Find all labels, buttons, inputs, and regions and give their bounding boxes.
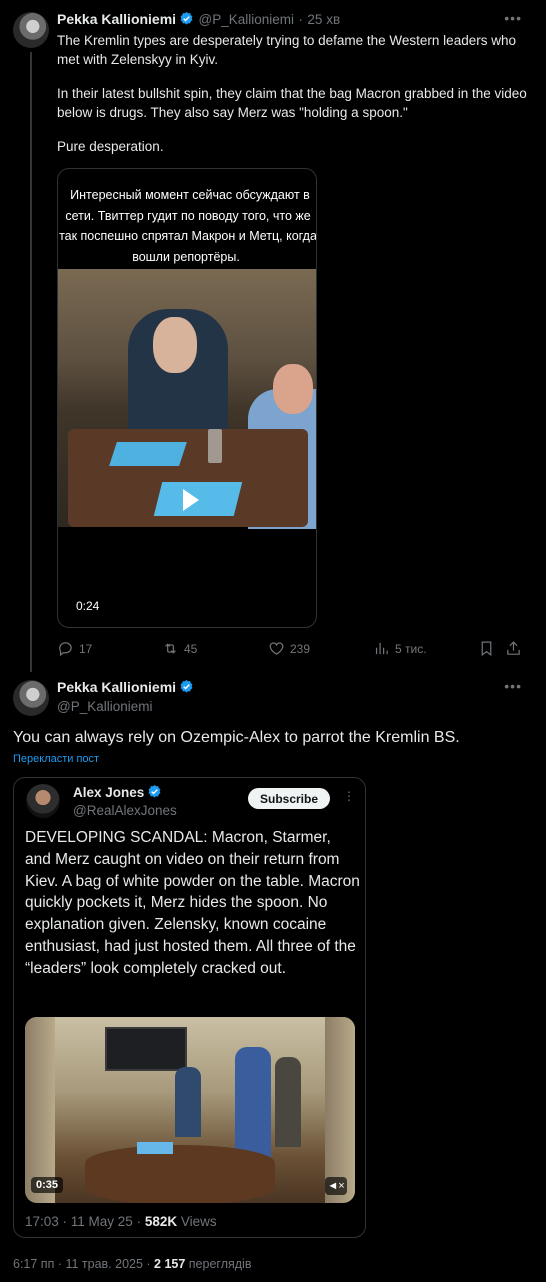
more-options-icon[interactable]: ••• (504, 678, 522, 694)
verified-badge-icon (148, 784, 161, 798)
view-count: 2 157 (154, 1257, 186, 1271)
tweet-header: Pekka Kallioniemi @P_Kallioniemi (57, 679, 194, 714)
like-button[interactable]: 239 (268, 640, 310, 657)
more-options-icon[interactable]: ••• (504, 10, 522, 26)
author-handle[interactable]: @RealAlexJones (73, 803, 177, 818)
verified-badge-icon (180, 679, 193, 693)
tweet-text: You can always rely on Ozempic-Alex to p… (13, 729, 460, 746)
author-handle[interactable]: @P_Kallioniemi (57, 699, 194, 714)
reply-icon (59, 642, 72, 657)
tweet-paragraph: The Kremlin types are desperately trying… (57, 33, 516, 67)
author-name[interactable]: Pekka Kallioniemi (57, 679, 176, 695)
quoted-tweet[interactable]: Alex Jones @RealAlexJones Subscribe ⋮ DE… (13, 777, 366, 1238)
separator-dot: · (298, 12, 303, 27)
post-meta: 6:17 пп · 11 трав. 2025 · 2 157 перегляд… (13, 1257, 251, 1271)
tweet-header: Pekka Kallioniemi @P_Kallioniemi · 25 хв (57, 11, 340, 29)
post-timestamp[interactable]: 6:17 пп · 11 трав. 2025 · (13, 1257, 154, 1271)
repost-icon (165, 643, 176, 654)
video-player[interactable]: 0:35 ◄× (25, 1017, 355, 1203)
translate-link[interactable]: Перекласти пост (13, 753, 99, 765)
tweet-paragraph: In their latest bullshit spin, they clai… (57, 86, 527, 120)
views-count: 5 тис. (395, 641, 427, 656)
views-icon (375, 642, 388, 655)
video-duration: 0:35 (31, 1177, 64, 1193)
verified-badge-icon (180, 11, 193, 25)
play-icon[interactable] (164, 476, 212, 524)
mute-icon[interactable]: ◄× (325, 1177, 347, 1195)
quote-timestamp[interactable]: 17:03 · 11 May 25 · (25, 1214, 145, 1229)
subscribe-button[interactable]: Subscribe (248, 788, 330, 809)
more-options-icon[interactable]: ⋮ (343, 789, 355, 803)
share-icon (507, 641, 520, 655)
view-label: переглядів (185, 1257, 252, 1271)
quote-view-count: 582K (144, 1214, 178, 1229)
views-button[interactable]: 5 тис. (373, 640, 427, 657)
quote-meta: 17:03 · 11 May 25 · 582K Views (25, 1214, 217, 1229)
thread-line (30, 52, 32, 672)
avatar[interactable] (13, 680, 49, 716)
tweet-text: The Kremlin types are desperately trying… (57, 32, 527, 173)
quote-view-label: Views (177, 1214, 217, 1229)
video-duration: 0:24 (76, 599, 100, 613)
action-bar: 17 45 239 5 тис. (57, 640, 527, 658)
video-frame[interactable] (58, 269, 316, 529)
bookmark-icon (481, 641, 492, 657)
video-player[interactable]: Интересный момент сейчас обсуждают в сет… (57, 168, 317, 628)
avatar[interactable] (26, 784, 60, 818)
quote-text: DEVELOPING SCANDAL: Macron, Starmer, and… (25, 829, 360, 977)
reply-button[interactable]: 17 (57, 640, 92, 657)
post-time[interactable]: 25 хв (307, 12, 340, 27)
like-icon (269, 642, 284, 655)
video-caption: Интересный момент сейчас обсуждают в сет… (59, 187, 317, 265)
author-name[interactable]: Pekka Kallioniemi (57, 11, 176, 27)
tweet-1[interactable]: Pekka Kallioniemi @P_Kallioniemi · 25 хв… (0, 0, 546, 672)
tweet-2[interactable]: Pekka Kallioniemi @P_Kallioniemi ••• You… (0, 668, 546, 1282)
author-name[interactable]: Alex Jones (73, 785, 144, 800)
quote-header: Alex Jones @RealAlexJones (73, 784, 177, 818)
tweet-paragraph: Pure desperation. (57, 139, 164, 154)
reply-count: 17 (79, 641, 93, 656)
like-count: 239 (290, 641, 311, 656)
repost-count: 45 (184, 641, 198, 656)
repost-button[interactable]: 45 (162, 640, 197, 657)
author-handle[interactable]: @P_Kallioniemi (199, 12, 295, 27)
bookmark-button[interactable] (478, 640, 495, 657)
share-button[interactable] (505, 640, 522, 657)
avatar[interactable] (13, 12, 49, 48)
